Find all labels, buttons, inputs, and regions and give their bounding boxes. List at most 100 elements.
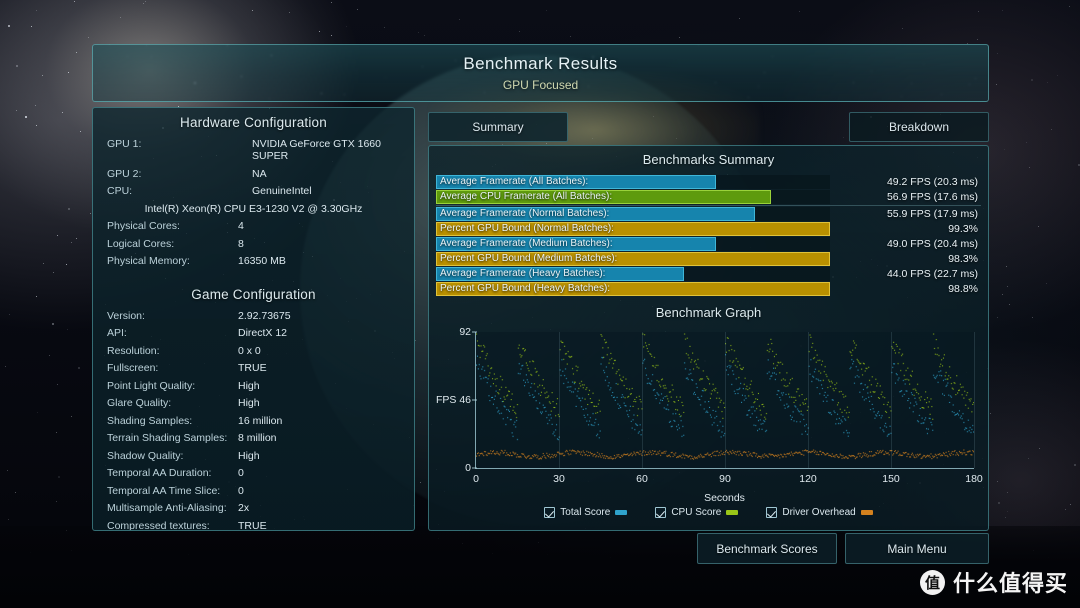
config-row: GPU 1: NVIDIA GeForce GTX 1660 SUPER [93,138,414,162]
legend-color-swatch [615,510,628,515]
summary-bar-row: Average Framerate (Normal Batches): 55.9 … [436,207,981,221]
config-row-label: Multisample Anti-Aliasing: [107,502,227,514]
config-row-label: Physical Memory: [107,255,190,267]
legend-checkbox-icon[interactable] [544,507,556,518]
config-row-value: NVIDIA GeForce GTX 1660 SUPER [252,138,381,162]
game-config-heading: Game Configuration [191,286,316,302]
config-row-label: Compressed textures: [107,519,210,531]
summary-bar-value: 98.3% [948,253,978,265]
summary-bar-label: Percent GPU Bound (Normal Batches): [440,223,614,234]
config-row: Shadow Quality: High [93,450,414,462]
benchmark-graph: 0 30 60 90 120 150 180 0 46 92 FPS Seconds Total S… [435,324,983,518]
config-row-value: TRUE [238,519,267,531]
benchmark-scores-button[interactable]: Benchmark Scores [697,533,837,564]
watermark-badge-icon: 值 [919,569,945,595]
configuration-panel: Hardware Configuration GPU 1: NVIDIA GeFo… [92,107,415,531]
config-row-value: 16350 MB [238,255,286,267]
summary-bar-value: 49.2 FPS (20.3 ms) [886,176,978,188]
config-row-label: Point Light Quality: [107,379,196,392]
config-row-value: DirectX 12 [238,327,288,339]
summary-bar-value: 98.8% [948,283,978,295]
config-row-label: Shading Samples: [107,414,193,427]
summary-bar-label: Percent GPU Bound (Medium Batches): [440,253,618,264]
hardware-config-list: GPU 1: NVIDIA GeForce GTX 1660 SUPER GPU 2… [93,138,414,197]
y-axis-tick: 46 [459,394,477,406]
summary-bar-row: Percent GPU Bound (Normal Batches): 99.3% [436,222,981,236]
config-row-label: CPU: [107,185,133,197]
summary-bar-value: 49.0 FPS (20.4 ms) [886,238,978,250]
y-axis-title: FPS [436,394,457,406]
legend-checkbox-icon[interactable] [655,507,667,518]
x-axis-tick: 150 [882,473,900,485]
config-row-value: 4 [238,220,244,232]
title-bar: Benchmark Results GPU Focused [92,44,989,102]
summary-bar-value: 99.3% [948,223,978,235]
config-row: Multisample Anti-Aliasing: 2x [93,502,414,514]
config-row-label: GPU 2: [107,167,142,180]
x-axis-tick: 30 [553,473,565,485]
legend-label: Driver Overhead [782,507,856,518]
config-row-label: Temporal AA Time Slice: [107,484,221,497]
cpu-full-name: Intel(R) Xeon(R) CPU E3-1230 V2 @ 3.30GH… [144,202,363,215]
x-axis-title: Seconds [704,492,745,504]
config-row-value: 0 x 0 [238,344,261,357]
legend-label: CPU Score [671,507,722,518]
graph-gridline [559,332,560,468]
config-row: Shading Samples: 16 million [93,415,414,427]
config-row-label: Logical Cores: [107,237,175,250]
benchmarks-summary-heading: Benchmarks Summary [642,152,775,167]
legend-color-swatch [860,510,873,515]
summary-bar-label: Average Framerate (All Batches): [440,176,589,187]
config-row-value: 2.92.73675 [238,309,291,322]
config-row: Temporal AA Time Slice: 0 [93,485,414,497]
config-row-label: Fullscreen: [107,362,159,374]
graph-gridline [642,332,643,468]
summary-bar-value: 56.9 FPS (17.6 ms) [886,191,978,203]
summary-bar-row: Average CPU Framerate (All Batches): 56.9… [436,190,981,204]
graph-gridline [725,332,726,468]
benchmark-graph-heading: Benchmark Graph [655,305,762,320]
config-row: Terrain Shading Samples: 8 million [93,432,414,444]
x-axis-tick: 90 [719,473,731,485]
graph-legend: Total Score CPU Score Driver Overhead [435,507,982,518]
summary-bar-row: Average Framerate (Medium Batches): 49.0 … [436,237,981,251]
tab-breakdown[interactable]: Breakdown [849,112,989,142]
config-row-value: High [238,397,260,409]
summary-bar-label: Average Framerate (Medium Batches): [440,238,613,249]
config-row: Resolution: 0 x 0 [93,345,414,357]
config-row-label: Physical Cores: [107,220,180,232]
config-row-label: Shadow Quality: [107,449,184,462]
config-row: Physical Cores: 4 [93,220,414,232]
config-row-value: 0 [238,484,244,497]
x-axis-tick: 0 [473,473,479,485]
config-row: Glare Quality: High [93,397,414,409]
config-row-value: 2x [238,502,250,514]
x-axis-tick: 60 [636,473,648,485]
config-row: GPU 2: NA [93,168,414,180]
graph-gridline [808,332,809,468]
config-row-label: Terrain Shading Samples: [107,432,228,444]
config-row: Temporal AA Duration: 0 [93,467,414,479]
summary-bar-row: Average Framerate (Heavy Batches): 44.0 F… [436,267,981,281]
legend-item[interactable]: Driver Overhead [766,507,873,518]
config-row-value: High [238,449,260,462]
config-row-label: Version: [107,309,145,322]
app-window: Benchmark Results GPU Focused Hardware C… [0,0,1080,608]
config-row-value: GenuineIntel [252,185,312,197]
config-row: Logical Cores: 8 [93,238,414,250]
graph-gridline [891,332,892,468]
legend-checkbox-icon[interactable] [766,507,778,518]
main-menu-button[interactable]: Main Menu [845,533,989,564]
benchmarks-summary-bars: Average Framerate (All Batches): 49.2 FPS… [429,175,988,296]
page-subtitle: GPU Focused [502,78,579,92]
config-row-value: 8 [238,237,244,250]
tab-summary[interactable]: Summary [428,112,568,142]
game-config-list: Version: 2.92.73675 API: DirectX 12 Resoluti… [93,309,414,531]
legend-item[interactable]: Total Score [544,507,628,518]
config-row: Fullscreen: TRUE [93,362,414,374]
config-row-value: 0 [238,467,244,479]
tab-bar: Summary Breakdown [428,112,989,142]
summary-bar-label: Average CPU Framerate (All Batches): [440,191,613,202]
config-row-value: NA [252,167,267,180]
legend-item[interactable]: CPU Score [655,507,739,518]
